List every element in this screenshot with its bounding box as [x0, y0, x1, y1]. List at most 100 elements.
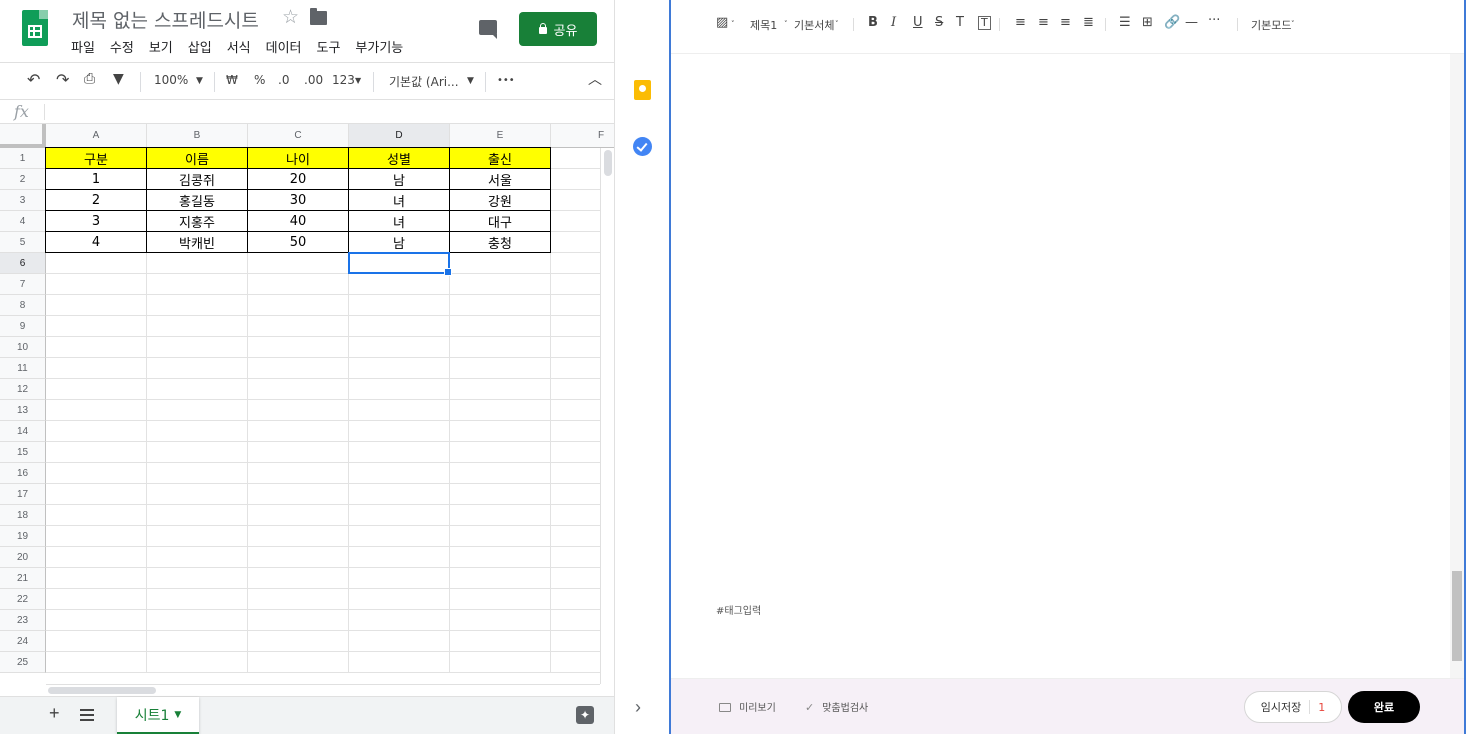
explore-icon[interactable]: ✦ — [576, 706, 594, 724]
star-icon[interactable]: ☆ — [282, 6, 299, 29]
grid-cell[interactable] — [248, 463, 349, 484]
menu-file[interactable]: 파일 — [71, 37, 95, 56]
grid-cell[interactable] — [46, 274, 147, 295]
row-header[interactable]: 3 — [0, 190, 46, 211]
grid-cell[interactable] — [349, 442, 450, 463]
editor-scrollbar[interactable] — [1450, 54, 1464, 678]
grid-cell[interactable] — [450, 295, 551, 316]
row-header[interactable]: 24 — [0, 631, 46, 652]
row-header[interactable]: 12 — [0, 379, 46, 400]
grid-cell[interactable] — [147, 505, 248, 526]
grid-cell[interactable] — [46, 295, 147, 316]
menu-view[interactable]: 보기 — [149, 37, 173, 56]
column-header[interactable]: E — [450, 124, 551, 148]
grid-cell[interactable] — [46, 652, 147, 673]
menu-data[interactable]: 데이터 — [266, 37, 302, 56]
grid-cell[interactable] — [349, 421, 450, 442]
grid-cell[interactable] — [147, 274, 248, 295]
grid-cell[interactable] — [147, 610, 248, 631]
row-header[interactable]: 22 — [0, 589, 46, 610]
grid-cell[interactable] — [147, 316, 248, 337]
grid-cell[interactable] — [248, 358, 349, 379]
mode-dropdown-icon[interactable]: ˅ — [1291, 20, 1295, 28]
grid-cell[interactable] — [147, 253, 248, 274]
grid-cell[interactable] — [349, 295, 450, 316]
horizontal-scrollbar[interactable] — [46, 684, 600, 696]
grid-cell[interactable] — [450, 547, 551, 568]
heading-dropdown-icon[interactable]: ˅ — [784, 20, 788, 28]
grid-cell[interactable] — [248, 379, 349, 400]
row-header[interactable]: 25 — [0, 652, 46, 673]
link-icon[interactable]: 🔗 — [1164, 15, 1180, 30]
editor-body[interactable]: #태그입력 — [671, 54, 1450, 678]
undo-icon[interactable]: ↶ — [27, 70, 40, 89]
table-cell[interactable]: 충청 — [450, 232, 551, 253]
grid-cell[interactable] — [248, 652, 349, 673]
table-header-cell[interactable]: 이름 — [147, 147, 248, 169]
decrease-decimal-button[interactable]: .0 — [278, 73, 289, 87]
strikethrough-button[interactable]: S — [935, 15, 943, 30]
more-icon[interactable]: ··· — [1208, 13, 1220, 28]
grid-cell[interactable] — [349, 652, 450, 673]
grid-cell[interactable] — [349, 358, 450, 379]
table-cell[interactable]: 녀 — [349, 190, 450, 211]
grid-cell[interactable] — [450, 463, 551, 484]
menu-insert[interactable]: 삽입 — [188, 37, 212, 56]
select-all-corner[interactable] — [0, 124, 46, 148]
grid-cell[interactable] — [248, 253, 349, 274]
grid-cell[interactable] — [248, 400, 349, 421]
grid-cell[interactable] — [46, 505, 147, 526]
italic-button[interactable]: I — [891, 15, 896, 30]
sheet-tab[interactable]: 시트1 ▼ — [117, 697, 199, 734]
font-family-select[interactable]: 기본서체 — [794, 17, 834, 33]
grid-cell[interactable] — [248, 589, 349, 610]
table-cell[interactable]: 녀 — [349, 211, 450, 232]
zoom-dropdown-icon[interactable]: ▼ — [196, 76, 203, 86]
grid-cell[interactable] — [450, 652, 551, 673]
table-cell[interactable]: 박캐빈 — [147, 232, 248, 253]
keep-icon[interactable] — [634, 80, 651, 100]
row-header[interactable]: 16 — [0, 463, 46, 484]
grid-cell[interactable] — [349, 568, 450, 589]
grid-cell[interactable] — [349, 379, 450, 400]
grid-cell[interactable] — [450, 589, 551, 610]
row-header[interactable]: 11 — [0, 358, 46, 379]
table-cell[interactable]: 20 — [248, 169, 349, 190]
grid-cell[interactable] — [349, 400, 450, 421]
grid-cell[interactable] — [46, 589, 147, 610]
divider-icon[interactable]: — — [1185, 15, 1198, 30]
number-format-dropdown-icon[interactable]: ▼ — [355, 76, 361, 85]
image-dropdown-icon[interactable]: ˅ — [731, 20, 735, 28]
align-center-icon[interactable]: ≡ — [1038, 15, 1049, 30]
grid-cell[interactable] — [46, 442, 147, 463]
grid-cell[interactable] — [248, 442, 349, 463]
grid-cell[interactable] — [450, 337, 551, 358]
collapse-toolbar-icon[interactable]: ︿ — [588, 69, 602, 89]
list-icon[interactable]: ☰ — [1119, 15, 1131, 30]
row-header[interactable]: 18 — [0, 505, 46, 526]
tasks-icon[interactable] — [633, 137, 652, 156]
row-header[interactable]: 5 — [0, 232, 46, 253]
active-cell-selection[interactable] — [348, 252, 452, 276]
font-select[interactable]: 기본값 (Ari... — [389, 73, 459, 90]
grid-cell[interactable] — [46, 568, 147, 589]
grid-cell[interactable] — [46, 526, 147, 547]
table-icon[interactable]: ⊞ — [1142, 15, 1153, 30]
menu-edit[interactable]: 수정 — [110, 37, 134, 56]
grid-cell[interactable] — [46, 337, 147, 358]
font-dropdown-icon[interactable]: ▼ — [467, 76, 474, 86]
align-left-icon[interactable]: ≡ — [1015, 15, 1026, 30]
grid-cell[interactable] — [248, 295, 349, 316]
menu-format[interactable]: 서식 — [227, 37, 251, 56]
preview-button[interactable]: 미리보기 — [719, 699, 776, 714]
grid-cell[interactable] — [46, 421, 147, 442]
spellcheck-button[interactable]: ✓ 맞춤법검사 — [805, 699, 868, 714]
row-header[interactable]: 4 — [0, 211, 46, 232]
grid-cell[interactable] — [147, 568, 248, 589]
grid-cell[interactable] — [147, 463, 248, 484]
paint-format-icon[interactable]: ▼ — [113, 71, 124, 87]
grid-cell[interactable] — [46, 316, 147, 337]
publish-button[interactable]: 완료 — [1348, 691, 1420, 723]
column-header[interactable]: D — [349, 124, 450, 148]
grid-cell[interactable] — [450, 421, 551, 442]
